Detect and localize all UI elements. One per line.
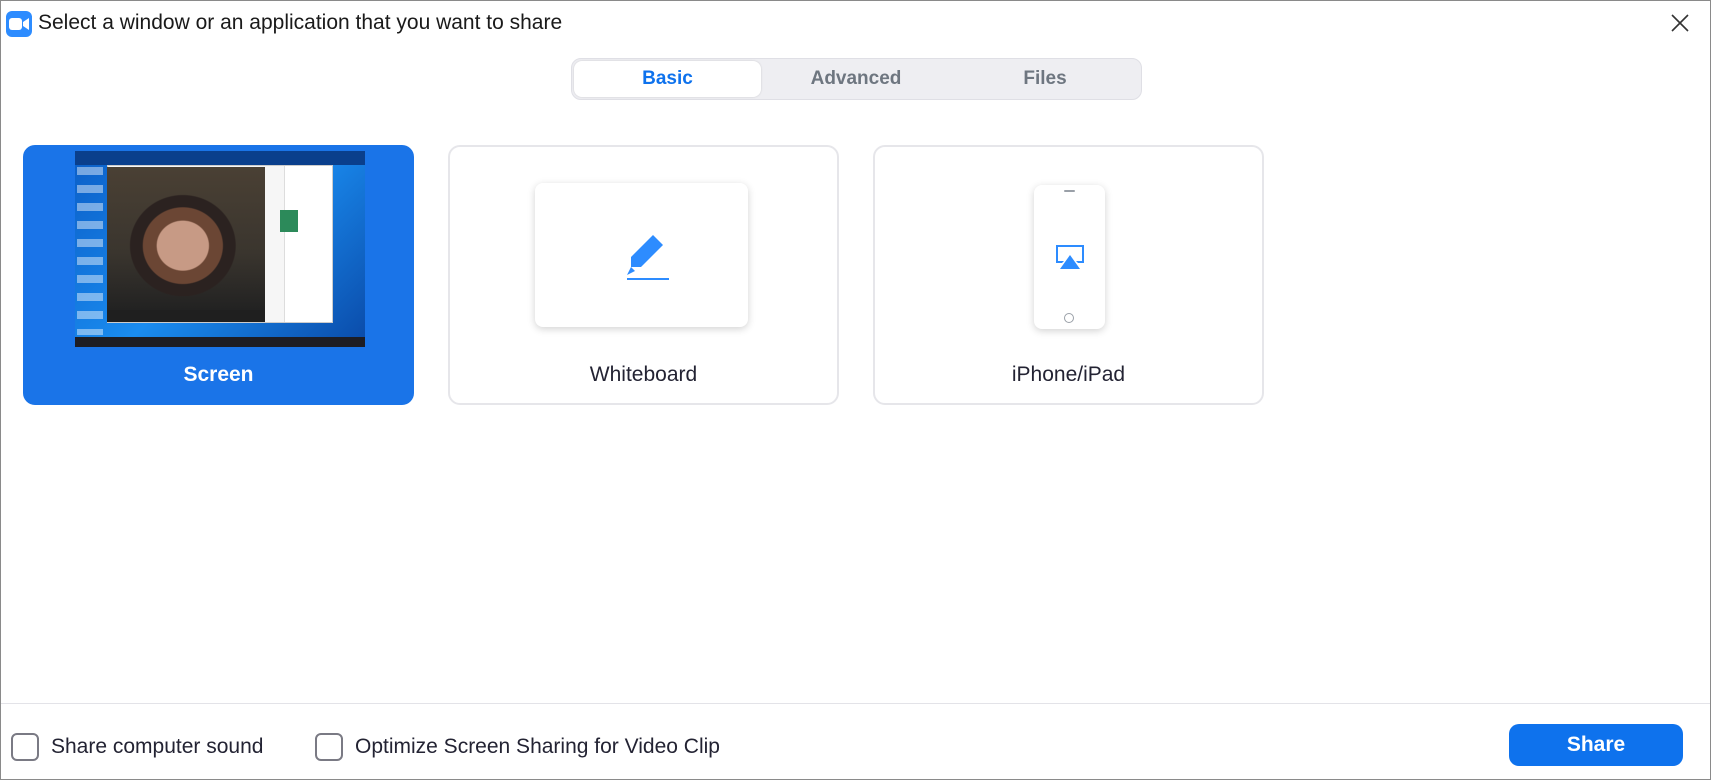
share-option-whiteboard[interactable]: Whiteboard <box>448 145 839 405</box>
card-label-screen: Screen <box>183 363 254 386</box>
card-label-whiteboard: Whiteboard <box>589 363 698 386</box>
checkbox-box[interactable] <box>11 733 39 761</box>
share-type-tabs: Basic Advanced Files <box>571 58 1142 100</box>
window-title: Select a window or an application that y… <box>38 11 563 34</box>
card-label-iphone-ipad: iPhone/iPad <box>1011 363 1126 386</box>
screen-preview-thumbnail <box>75 151 365 347</box>
share-button[interactable]: Share <box>1509 724 1683 766</box>
optimize-video-clip-checkbox[interactable]: Optimize Screen Sharing for Video Clip <box>315 733 720 761</box>
optimize-video-clip-label: Optimize Screen Sharing for Video Clip <box>355 735 720 758</box>
tab-advanced[interactable]: Advanced <box>761 61 951 97</box>
share-computer-sound-label: Share computer sound <box>51 735 264 758</box>
share-computer-sound-checkbox[interactable]: Share computer sound <box>11 733 263 761</box>
share-option-screen[interactable]: Screen <box>23 145 414 405</box>
phone-illustration <box>1034 185 1105 329</box>
whiteboard-panel <box>535 183 748 327</box>
airplay-icon <box>1056 245 1084 269</box>
zoom-camera-icon <box>6 11 32 37</box>
tab-basic[interactable]: Basic <box>574 61 761 97</box>
share-option-iphone-ipad[interactable]: iPhone/iPad <box>873 145 1264 405</box>
footer-divider <box>1 703 1710 704</box>
close-icon[interactable] <box>1668 11 1692 35</box>
marker-pen-icon <box>627 235 669 280</box>
tab-files[interactable]: Files <box>951 61 1139 97</box>
title-bar: Select a window or an application that y… <box>1 1 1710 45</box>
checkbox-box[interactable] <box>315 733 343 761</box>
share-screen-dialog: Select a window or an application that y… <box>0 0 1711 780</box>
